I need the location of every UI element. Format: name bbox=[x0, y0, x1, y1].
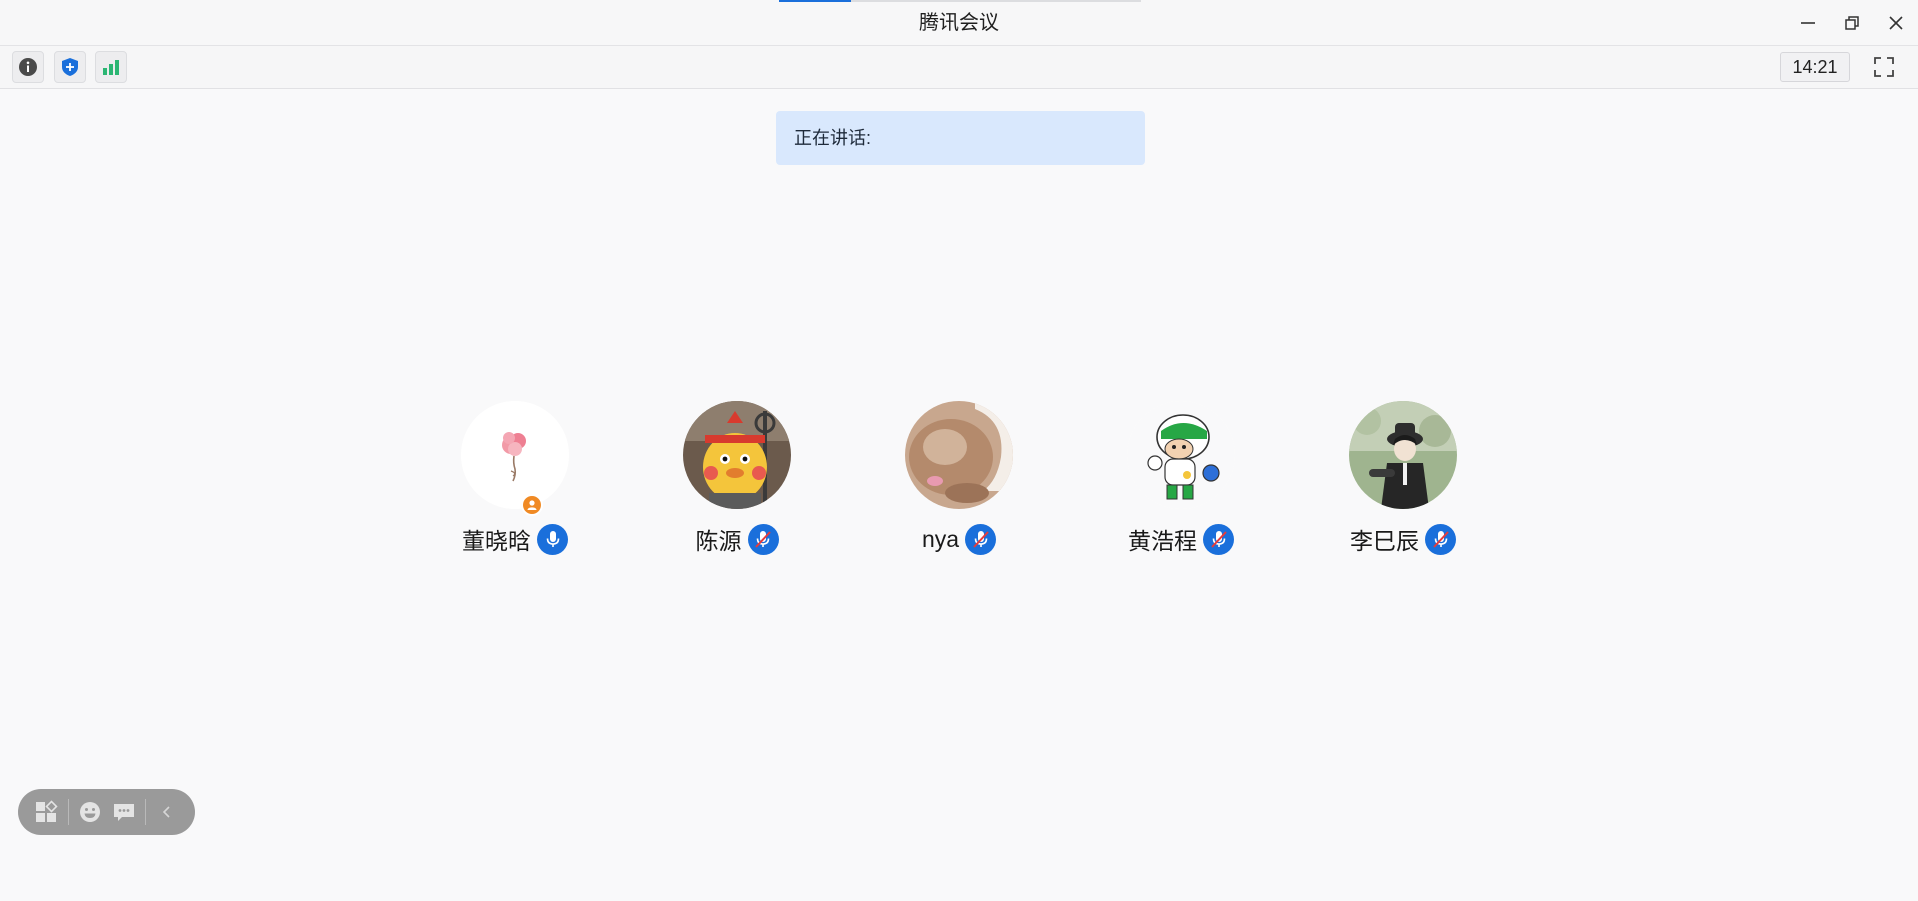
layout-icon bbox=[36, 800, 58, 822]
fullscreen-icon bbox=[1874, 57, 1894, 77]
mic-muted-button[interactable] bbox=[965, 523, 997, 555]
divider bbox=[145, 799, 146, 825]
participant-name-row: nya bbox=[859, 521, 1059, 557]
chat-button[interactable] bbox=[107, 795, 141, 829]
restore-button[interactable] bbox=[1830, 0, 1874, 46]
participant-tile[interactable]: 董晓晗 bbox=[415, 401, 615, 561]
close-button[interactable] bbox=[1874, 0, 1918, 46]
window-controls bbox=[1786, 0, 1918, 46]
participant-tile[interactable]: 黄浩程 bbox=[1081, 401, 1281, 561]
fullscreen-button[interactable] bbox=[1867, 52, 1901, 82]
mic-on-button[interactable] bbox=[537, 523, 568, 555]
avatar bbox=[905, 401, 1013, 509]
collapse-toolbar-button[interactable] bbox=[150, 795, 184, 829]
divider bbox=[68, 799, 69, 825]
restore-icon bbox=[1845, 16, 1859, 30]
close-icon bbox=[1889, 16, 1903, 30]
security-button[interactable] bbox=[54, 51, 86, 83]
user-icon bbox=[527, 500, 537, 510]
title-bar: 腾讯会议 bbox=[0, 0, 1918, 46]
participant-name: nya bbox=[921, 525, 960, 552]
shield-icon bbox=[62, 58, 78, 76]
minimize-icon bbox=[1801, 22, 1815, 24]
mic-icon bbox=[546, 531, 559, 547]
layout-button[interactable] bbox=[30, 795, 64, 829]
participant-tile[interactable]: 陈源 bbox=[637, 401, 837, 561]
meeting-toolbar: 14:21 bbox=[0, 46, 1918, 89]
floating-toolbar bbox=[18, 789, 195, 835]
participant-name-row: 李巳辰 bbox=[1303, 521, 1503, 557]
participant-name-row: 陈源 bbox=[637, 521, 837, 557]
reaction-button[interactable] bbox=[73, 795, 107, 829]
mic-muted-icon bbox=[1432, 531, 1449, 548]
info-icon bbox=[19, 58, 37, 76]
mic-muted-button[interactable] bbox=[1425, 523, 1456, 555]
mic-muted-button[interactable] bbox=[1203, 523, 1234, 555]
host-badge bbox=[521, 494, 543, 516]
participant-name: 黄浩程 bbox=[1128, 528, 1197, 554]
participant-name: 李巳辰 bbox=[1350, 528, 1419, 554]
participant-name-row: 董晓晗 bbox=[415, 521, 615, 557]
network-status-button[interactable] bbox=[95, 51, 127, 83]
participant-tile[interactable]: 李巳辰 bbox=[1303, 401, 1503, 561]
emoji-icon bbox=[80, 802, 100, 822]
avatar bbox=[1349, 401, 1457, 509]
tab-indicator bbox=[779, 0, 1141, 2]
signal-icon bbox=[103, 60, 119, 75]
avatar bbox=[1127, 401, 1235, 509]
avatar bbox=[683, 401, 791, 509]
minimize-button[interactable] bbox=[1786, 0, 1830, 46]
meeting-clock: 14:21 bbox=[1780, 52, 1850, 82]
participant-name: 陈源 bbox=[695, 528, 742, 554]
speaking-banner: 正在讲话: bbox=[776, 111, 1145, 165]
participant-name: 董晓晗 bbox=[462, 528, 531, 554]
participant-tile[interactable]: nya bbox=[859, 401, 1059, 561]
participant-name-row: 黄浩程 bbox=[1081, 521, 1281, 557]
mic-muted-icon bbox=[1210, 531, 1227, 548]
window-title: 腾讯会议 bbox=[919, 12, 999, 34]
mic-muted-icon bbox=[972, 531, 989, 548]
speaking-label: 正在讲话: bbox=[794, 128, 872, 148]
tab-indicator-active bbox=[779, 0, 851, 2]
chevron-left-icon bbox=[162, 806, 170, 818]
chat-icon bbox=[114, 804, 134, 821]
mic-muted-button[interactable] bbox=[747, 523, 779, 555]
avatar bbox=[461, 401, 569, 509]
meeting-info-button[interactable] bbox=[12, 51, 44, 83]
mic-muted-icon bbox=[755, 531, 771, 548]
